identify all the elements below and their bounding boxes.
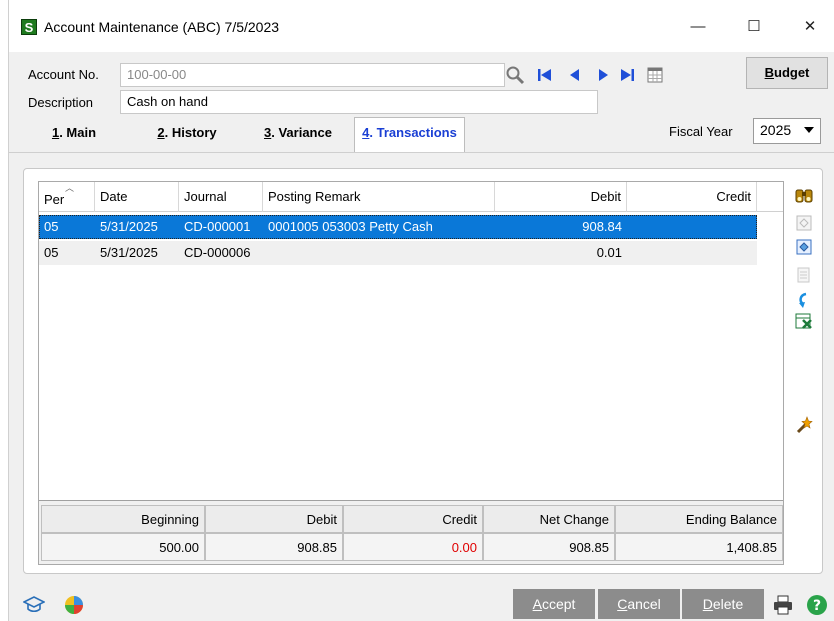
insert-row-icon[interactable] bbox=[794, 237, 814, 257]
column-header-date[interactable]: Date bbox=[95, 182, 179, 212]
delete-button[interactable]: Delete bbox=[682, 589, 764, 619]
cancel-accel: C bbox=[617, 596, 628, 612]
account-no-label: Account No. bbox=[28, 67, 99, 82]
undo-arrow-icon[interactable] bbox=[794, 291, 814, 311]
tab-divider bbox=[9, 152, 834, 153]
total-debit: 908.85 bbox=[205, 533, 343, 561]
minimize-button[interactable]: — bbox=[675, 12, 721, 42]
column-header-credit[interactable]: Credit bbox=[627, 182, 757, 212]
sage-app-icon: S bbox=[21, 19, 37, 35]
cell-journal: CD-000001 bbox=[184, 219, 251, 234]
fiscal-year-value: 2025 bbox=[760, 122, 792, 138]
column-header-debit[interactable]: Debit bbox=[495, 182, 627, 212]
chevron-down-icon bbox=[804, 127, 814, 133]
column-header-journal[interactable]: Journal bbox=[179, 182, 263, 212]
table-row[interactable]: 05 5/31/2025 CD-000006 0.01 bbox=[39, 241, 757, 265]
search-icon[interactable] bbox=[505, 65, 525, 85]
binoculars-icon[interactable] bbox=[794, 185, 814, 205]
window-title: Account Maintenance (ABC) 7/5/2023 bbox=[44, 19, 280, 35]
fiscal-year-select[interactable]: 2025 bbox=[753, 118, 821, 144]
color-wheel-icon[interactable] bbox=[63, 594, 85, 616]
cell-remark bbox=[263, 241, 495, 265]
accept-button[interactable]: Accept bbox=[513, 589, 595, 619]
next-record-icon[interactable] bbox=[593, 65, 613, 85]
title-bar: S Account Maintenance (ABC) 7/5/2023 — ☐… bbox=[9, 0, 834, 52]
totals-section: Beginning Debit Credit Net Change Ending… bbox=[39, 500, 783, 564]
edit-disabled-icon bbox=[796, 215, 812, 231]
tab-transactions-label: . Transactions bbox=[369, 125, 457, 140]
tab-history[interactable]: 2. History bbox=[145, 118, 229, 148]
grid-header: ︿ Per Date Journal Posting Remark Debit … bbox=[39, 182, 783, 212]
column-header-per[interactable]: Per bbox=[39, 182, 95, 212]
cell-debit: 908.84 bbox=[582, 219, 622, 234]
cancel-label: ancel bbox=[627, 596, 661, 612]
cell-credit bbox=[627, 215, 757, 239]
delete-label: elete bbox=[712, 596, 744, 612]
tab-history-label: . History bbox=[164, 125, 217, 140]
close-button[interactable]: ✕ bbox=[787, 12, 833, 42]
description-label: Description bbox=[28, 95, 94, 110]
total-header-beginning: Beginning bbox=[41, 505, 205, 533]
document-disabled-icon bbox=[797, 267, 810, 283]
description-field[interactable]: Cash on hand bbox=[120, 90, 598, 114]
accept-accel: A bbox=[532, 596, 542, 612]
accept-label: ccept bbox=[541, 596, 576, 612]
total-beginning: 500.00 bbox=[41, 533, 205, 561]
cell-date: 5/31/2025 bbox=[100, 245, 158, 260]
help-icon[interactable]: ? bbox=[806, 594, 828, 616]
maximize-button[interactable]: ☐ bbox=[731, 12, 777, 42]
fiscal-year-label: Fiscal Year bbox=[669, 124, 733, 139]
account-no-field[interactable]: 100-00-00 bbox=[120, 63, 505, 87]
transactions-grid: ︿ Per Date Journal Posting Remark Debit … bbox=[38, 181, 784, 565]
graduation-cap-icon[interactable] bbox=[23, 594, 45, 616]
tab-history-num: 2 bbox=[157, 125, 165, 140]
account-maintenance-window: S Account Maintenance (ABC) 7/5/2023 — ☐… bbox=[8, 0, 834, 621]
column-header-posting-remark[interactable]: Posting Remark bbox=[263, 182, 495, 212]
total-header-credit: Credit bbox=[343, 505, 483, 533]
cell-per: 05 bbox=[44, 219, 59, 234]
table-row[interactable]: 05 5/31/2025 CD-000001 0001005 053003 Pe… bbox=[39, 215, 757, 239]
total-header-debit: Debit bbox=[205, 505, 343, 533]
calendar-icon[interactable] bbox=[645, 65, 665, 85]
svg-text:?: ? bbox=[813, 598, 821, 614]
cell-credit bbox=[627, 241, 757, 265]
tab-main-label: . Main bbox=[59, 125, 97, 140]
cell-debit: 0.01 bbox=[596, 245, 622, 260]
first-record-icon[interactable] bbox=[535, 65, 555, 85]
transactions-panel: ︿ Per Date Journal Posting Remark Debit … bbox=[23, 168, 823, 574]
budget-label: udget bbox=[774, 65, 810, 80]
tab-main[interactable]: 1. Main bbox=[39, 118, 109, 148]
last-record-icon[interactable] bbox=[617, 65, 637, 85]
total-credit: 0.00 bbox=[343, 533, 483, 561]
magic-wand-icon[interactable] bbox=[794, 415, 814, 435]
previous-record-icon[interactable] bbox=[565, 65, 585, 85]
tab-variance[interactable]: 3. Variance bbox=[255, 118, 341, 148]
budget-button[interactable]: Budget bbox=[746, 57, 828, 89]
export-excel-icon[interactable] bbox=[794, 311, 814, 331]
cell-date: 5/31/2025 bbox=[100, 219, 158, 234]
total-header-net-change: Net Change bbox=[483, 505, 615, 533]
total-net-change: 908.85 bbox=[483, 533, 615, 561]
tab-transactions[interactable]: 4. Transactions bbox=[354, 117, 465, 152]
cell-per: 05 bbox=[44, 245, 59, 260]
total-header-ending-balance: Ending Balance bbox=[615, 505, 783, 533]
budget-accel: B bbox=[764, 65, 774, 80]
delete-accel: D bbox=[702, 596, 713, 612]
cancel-button[interactable]: Cancel bbox=[598, 589, 680, 619]
tab-variance-label: . Variance bbox=[271, 125, 332, 140]
cell-journal: CD-000006 bbox=[184, 245, 251, 260]
total-ending-balance: 1,408.85 bbox=[615, 533, 783, 561]
cell-remark: 0001005 053003 Petty Cash bbox=[268, 219, 433, 234]
printer-icon[interactable] bbox=[772, 594, 794, 616]
